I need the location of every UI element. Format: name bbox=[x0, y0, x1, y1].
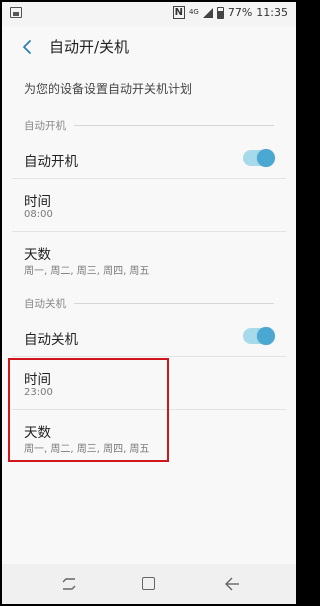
status-icons: N 4G 77% 11:35 bbox=[172, 6, 288, 19]
back-icon[interactable] bbox=[224, 576, 240, 592]
highlight-annotation-box bbox=[8, 358, 169, 462]
section-divider bbox=[74, 302, 274, 304]
power-on-days-row[interactable]: 天数 周一, 周二, 周三, 周四, 周五 bbox=[2, 232, 296, 284]
power-off-toggle-row[interactable]: 自动关机 bbox=[2, 318, 296, 356]
screen: N 4G 77% 11:35 自动开/关机 为您的设备设置自动开关机计划 自动开… bbox=[2, 2, 296, 604]
power-off-toggle-label: 自动关机 bbox=[24, 332, 78, 348]
section-label: 自动开机 bbox=[24, 119, 66, 132]
signal-icon bbox=[202, 7, 213, 18]
recent-apps-icon[interactable] bbox=[62, 578, 76, 590]
battery-icon bbox=[216, 6, 224, 19]
section-divider bbox=[74, 124, 274, 126]
home-icon[interactable] bbox=[142, 577, 155, 590]
section-header-power-off: 自动关机 bbox=[24, 295, 274, 311]
section-header-power-on: 自动开机 bbox=[24, 117, 274, 133]
page-title: 自动开/关机 bbox=[49, 38, 130, 56]
power-on-time-row[interactable]: 时间 08:00 bbox=[2, 179, 296, 231]
power-on-toggle-switch[interactable] bbox=[243, 149, 275, 167]
back-arrow-icon[interactable] bbox=[19, 38, 37, 56]
battery-level: 77% bbox=[227, 6, 253, 19]
power-off-toggle-switch[interactable] bbox=[243, 327, 275, 345]
power-on-days-label: 天数 bbox=[24, 247, 51, 263]
clock: 11:35 bbox=[256, 6, 288, 19]
network-type: 4G bbox=[188, 8, 199, 16]
status-bar: N 4G 77% 11:35 bbox=[2, 2, 296, 26]
power-on-toggle-row[interactable]: 自动开机 bbox=[2, 140, 296, 178]
nfc-icon: N bbox=[172, 6, 185, 19]
power-on-days-value: 周一, 周二, 周三, 周四, 周五 bbox=[24, 266, 150, 277]
gallery-notification-icon bbox=[10, 7, 22, 18]
power-on-time-value: 08:00 bbox=[24, 209, 53, 220]
navigation-bar bbox=[2, 564, 296, 604]
app-bar: 自动开/关机 bbox=[2, 26, 296, 68]
power-on-time-label: 时间 bbox=[24, 194, 51, 210]
page-description: 为您的设备设置自动开关机计划 bbox=[24, 82, 193, 96]
power-on-toggle-label: 自动开机 bbox=[24, 154, 78, 170]
section-label: 自动关机 bbox=[24, 297, 66, 310]
